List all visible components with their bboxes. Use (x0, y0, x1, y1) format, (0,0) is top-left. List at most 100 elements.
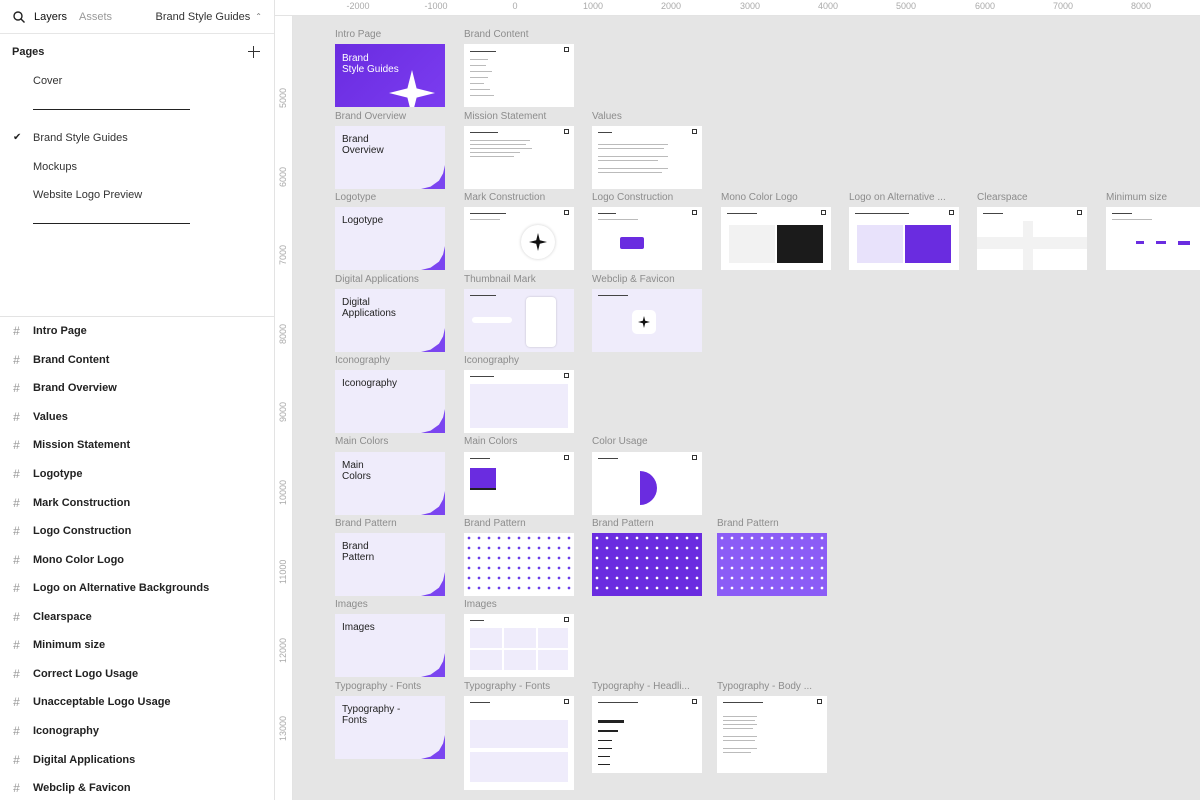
frame-digital-applications[interactable]: Digital Applications (335, 289, 445, 352)
frame-label[interactable]: Logotype (335, 192, 445, 203)
frame-label[interactable]: Mark Construction (464, 192, 574, 203)
frame-color-usage[interactable] (592, 452, 702, 515)
frame-minimum-size[interactable] (1106, 207, 1200, 270)
frame-typography-fonts[interactable] (464, 696, 574, 790)
frame-brand-pattern-section[interactable]: Brand Pattern (335, 533, 445, 596)
frame-label[interactable]: Brand Content (464, 29, 574, 40)
frame-label[interactable]: Webclip & Favicon (592, 274, 702, 285)
frame-iconography-section[interactable]: Iconography (335, 370, 445, 433)
layer-item[interactable]: # Digital Applications (0, 749, 274, 771)
tab-layers[interactable]: Layers (34, 11, 67, 23)
layer-label: Brand Overview (33, 382, 117, 394)
frame-webclip-favicon[interactable] (592, 289, 702, 352)
page-item-mockups[interactable]: Mockups (0, 156, 274, 178)
layer-item[interactable]: # Values (0, 406, 274, 428)
frame-label[interactable]: Values (592, 111, 702, 122)
ruler-tick: 11000 (278, 559, 288, 584)
layer-item[interactable]: # Mission Statement (0, 434, 274, 456)
frame-main-colors[interactable] (464, 452, 574, 515)
frame-icon: # (13, 638, 20, 652)
frame-values[interactable] (592, 126, 702, 189)
logo-icon (821, 210, 826, 215)
frame-label[interactable]: Brand Pattern (717, 518, 827, 529)
layer-item[interactable]: # Logo Construction (0, 520, 274, 542)
decorative-curve (421, 246, 445, 270)
frame-brand-pattern-light[interactable] (464, 533, 574, 596)
frame-label[interactable]: Main Colors (464, 436, 574, 447)
frame-brand-pattern-dark[interactable] (592, 533, 702, 596)
frame-logotype[interactable]: Logotype (335, 207, 445, 270)
frame-mark-construction[interactable] (464, 207, 574, 270)
logo-icon (692, 699, 697, 704)
frame-label[interactable]: Minimum size (1106, 192, 1200, 203)
page-item-cover[interactable]: Cover (0, 70, 274, 92)
frame-typography-section[interactable]: Typography - Fonts (335, 696, 445, 759)
frame-brand-overview[interactable]: Brand Overview (335, 126, 445, 189)
frame-label[interactable]: Main Colors (335, 436, 445, 447)
frame-label[interactable]: Logo Construction (592, 192, 702, 203)
frame-label[interactable]: Brand Pattern (592, 518, 702, 529)
tab-assets[interactable]: Assets (79, 11, 112, 23)
frame-label[interactable]: Logo on Alternative ... (849, 192, 959, 203)
frame-label[interactable]: Iconography (464, 355, 574, 366)
layer-item[interactable]: # Clearspace (0, 606, 274, 628)
frame-mono-color-logo[interactable] (721, 207, 831, 270)
layer-item[interactable]: # Mark Construction (0, 492, 274, 514)
frame-label[interactable]: Typography - Body ... (717, 681, 827, 692)
frame-label[interactable]: Typography - Fonts (464, 681, 574, 692)
logo-icon (692, 210, 697, 215)
frame-typography-body[interactable] (717, 696, 827, 773)
frame-clearspace[interactable] (977, 207, 1087, 270)
frame-label[interactable]: Images (464, 599, 574, 610)
frame-label[interactable]: Color Usage (592, 436, 702, 447)
frame-logo-alt-backgrounds[interactable] (849, 207, 959, 270)
layer-item[interactable]: # Unacceptable Logo Usage (0, 691, 274, 713)
frame-iconography[interactable] (464, 370, 574, 433)
layer-item[interactable]: # Intro Page (0, 320, 274, 342)
frame-label[interactable]: Clearspace (977, 192, 1087, 203)
layer-item[interactable]: # Correct Logo Usage (0, 663, 274, 685)
page-item-website-logo-preview[interactable]: Website Logo Preview (0, 184, 274, 206)
frame-label[interactable]: Iconography (335, 355, 445, 366)
frame-label[interactable]: Mono Color Logo (721, 192, 831, 203)
frame-thumbnail-mark[interactable] (464, 289, 574, 352)
layer-item[interactable]: # Logotype (0, 463, 274, 485)
logo-icon (564, 373, 569, 378)
layer-label: Logo Construction (33, 525, 132, 537)
layer-label: Minimum size (33, 639, 106, 651)
frame-brand-content[interactable] (464, 44, 574, 107)
frame-label[interactable]: Typography - Fonts (335, 681, 445, 692)
ruler-tick: 6000 (278, 166, 288, 187)
frame-label[interactable]: Thumbnail Mark (464, 274, 574, 285)
frame-mission-statement[interactable] (464, 126, 574, 189)
layer-item[interactable]: # Iconography (0, 720, 274, 742)
frame-label[interactable]: Typography - Headli... (592, 681, 702, 692)
layer-item[interactable]: # Brand Overview (0, 377, 274, 399)
frame-typography-headlines[interactable] (592, 696, 702, 773)
frame-label[interactable]: Brand Pattern (335, 518, 445, 529)
file-name-dropdown[interactable]: Brand Style Guides ⌃ (156, 11, 262, 23)
ruler-tick: 9000 (278, 401, 288, 422)
page-item-brand-style-guides[interactable]: ✔ Brand Style Guides (0, 127, 274, 149)
frame-brand-pattern-mid[interactable] (717, 533, 827, 596)
frame-label[interactable]: Images (335, 599, 445, 610)
frame-label[interactable]: Digital Applications (335, 274, 445, 285)
frame-logo-construction[interactable] (592, 207, 702, 270)
frame-intro-page[interactable]: Brand Style Guides (335, 44, 445, 107)
frame-label[interactable]: Brand Overview (335, 111, 445, 122)
layer-item[interactable]: # Logo on Alternative Backgrounds (0, 577, 274, 599)
frame-label[interactable]: Brand Pattern (464, 518, 574, 529)
frame-images-section[interactable]: Images (335, 614, 445, 677)
frame-label[interactable]: Intro Page (335, 29, 445, 40)
frame-images[interactable] (464, 614, 574, 677)
layer-item[interactable]: # Mono Color Logo (0, 549, 274, 571)
frame-main-colors-section[interactable]: Main Colors (335, 452, 445, 515)
add-page-icon[interactable] (246, 44, 262, 60)
layer-item[interactable]: # Webclip & Favicon (0, 777, 274, 799)
min-logo (1156, 241, 1166, 244)
layer-item[interactable]: # Brand Content (0, 349, 274, 371)
search-icon[interactable] (12, 10, 26, 24)
layer-item[interactable]: # Minimum size (0, 634, 274, 656)
frame-label[interactable]: Mission Statement (464, 111, 574, 122)
logo-icon (564, 210, 569, 215)
